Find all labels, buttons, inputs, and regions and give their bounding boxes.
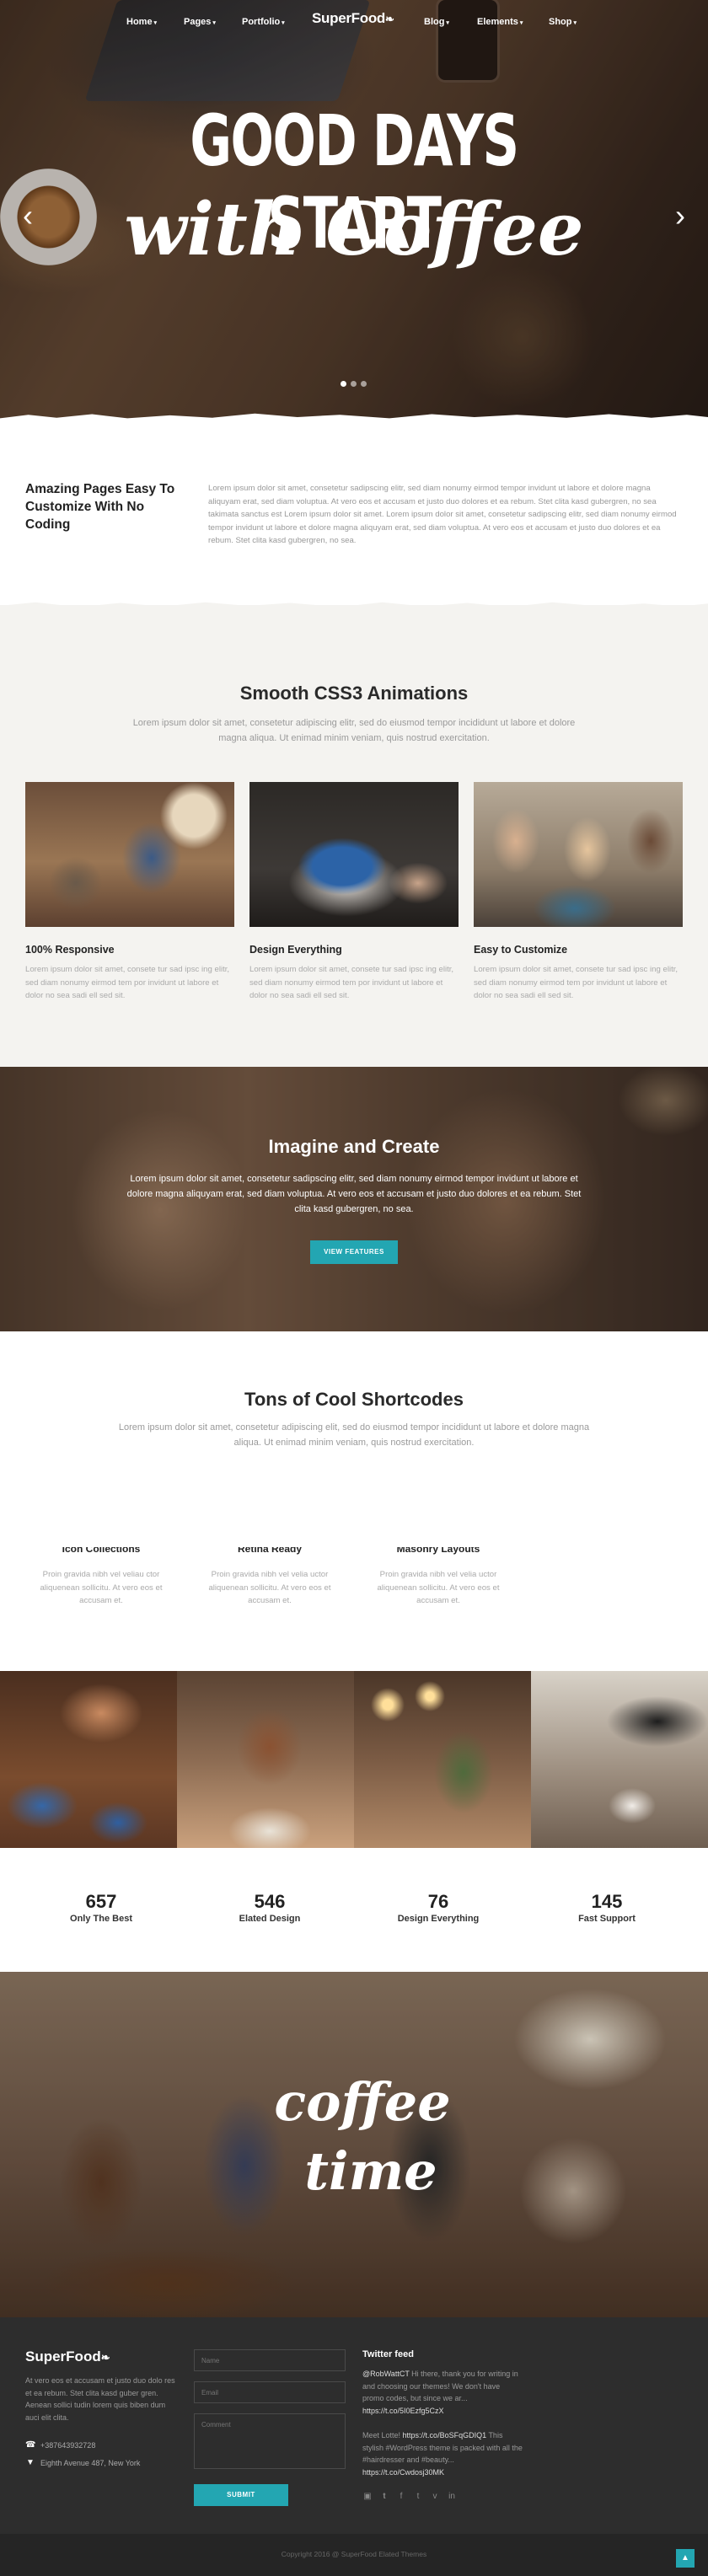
nav-blog[interactable]: Blog [424,17,449,27]
footer-logo[interactable]: SuperFood❧ [25,2348,110,2365]
footer-about-text: At vero eos et accusam et justo duo dolo… [25,2376,175,2422]
tweet-link[interactable]: https://t.co/5I0Ezfg5CzX [362,2407,444,2415]
counter-label: Only The Best [70,1914,132,1924]
features-subtitle: Lorem ipsum dolor sit amet, consetetur a… [132,718,576,743]
nav-shop[interactable]: Shop [549,17,577,27]
imagine-text: Lorem ipsum dolor sit amet, consetetur s… [126,1174,582,1214]
shortcode-text: Proin gravida nibh vel veliau ctor aliqu… [40,1570,163,1605]
hero-slider: Home Pages Portfolio Blog Elements Shop … [0,0,708,421]
phone-icon: ☎ [25,2440,36,2450]
slider-dot[interactable] [341,381,346,387]
feature-title: Design Everything [249,944,342,956]
shortcode-title: Retina Ready [237,1547,303,1555]
vimeo-icon[interactable]: v [430,2492,440,2501]
feature-text: Lorem ipsum dolor sit amet, consete tur … [25,965,230,1000]
slider-dot[interactable] [361,381,367,387]
shortcodes-title: Tons of Cool Shortcodes [244,1389,464,1410]
site-logo[interactable]: SuperFood❧ [312,10,394,27]
location-pin-icon: ▼ [26,2458,35,2467]
tweet-link[interactable]: https://t.co/BoSFqGDIQ1 [403,2431,487,2439]
shortcodes-subtitle: Lorem ipsum dolor sit amet, consetetur a… [118,1422,590,1448]
feature-title: Easy to Customize [474,944,568,956]
gallery-image-woman-phone[interactable] [177,1671,354,1848]
counter-label: Fast Support [578,1914,636,1924]
footer-email-input[interactable] [194,2381,346,2403]
feature-image-coffee-cup [249,782,459,927]
instagram-icon[interactable]: ▣ [362,2492,373,2501]
gallery-image-barista[interactable] [354,1671,531,1848]
tweet: Meet Lotte! https://t.co/BoSFqGDIQ1 This… [362,2429,523,2478]
shortcode-title: Icon Collections [62,1547,141,1555]
feature-title: 100% Responsive [25,944,115,956]
hero-subheadline: with Coffee [124,187,584,272]
feature-text: Lorem ipsum dolor sit amet, consete tur … [249,965,454,1000]
coffee-time-line2: time [304,2140,437,2202]
tweet-handle[interactable]: @RobWattCT [362,2370,410,2378]
counter-value: 546 [254,1891,286,1912]
coffee-time-line1: coffee [274,2071,451,2133]
coffee-time-section: coffee time [0,1972,708,2317]
slider-next-arrow-icon[interactable]: › [668,199,693,233]
shortcode-text: Proin gravida nibh vel velia uctor aliqu… [208,1570,331,1605]
features-title: Smooth CSS3 Animations [239,683,469,704]
leaf-icon: ❧ [100,2351,110,2364]
view-features-button[interactable]: VIEW FEATURES [310,1240,398,1264]
intro-text: Lorem ipsum dolor sit amet, consetetur s… [208,484,677,545]
tweet-link[interactable]: https://t.co/Cwdosj30MK [362,2468,444,2477]
footer-address: Eighth Avenue 487, New York [40,2459,141,2467]
back-to-top-icon[interactable]: ▲ [676,2549,695,2568]
slider-prev-arrow-icon[interactable]: ‹ [15,199,40,233]
feature-text: Lorem ipsum dolor sit amet, consete tur … [474,965,678,1000]
footer-name-input[interactable] [194,2349,346,2371]
feature-image-roaster [25,782,234,927]
nav-elements[interactable]: Elements [477,17,523,27]
counter-value: 76 [427,1891,449,1912]
slider-dot[interactable] [351,381,357,387]
counter-label: Elated Design [239,1914,301,1924]
tumblr-icon[interactable]: t [413,2492,423,2501]
twitter-feed-title: Twitter feed [362,2349,414,2359]
feature-image-friends [474,782,683,927]
linkedin-icon[interactable]: in [447,2492,457,2501]
nav-portfolio[interactable]: Portfolio [242,17,285,27]
gallery-image-beans[interactable] [0,1671,177,1848]
twitter-icon[interactable]: 𝐭 [379,2492,389,2501]
footer-submit-button[interactable]: SUBMIT [194,2484,288,2506]
imagine-parallax-section: Imagine and Create Lorem ipsum dolor sit… [0,1067,708,1331]
facebook-icon[interactable]: f [396,2492,406,2501]
tweet-prefix: Meet Lotte! [362,2431,401,2439]
footer-comment-input[interactable] [194,2413,346,2469]
nav-pages[interactable]: Pages [184,17,216,27]
footer: SuperFood❧ At vero eos et accusam et jus… [0,2317,708,2534]
footer-phone: +387643932728 [40,2441,96,2450]
imagine-title: Imagine and Create [268,1136,440,1157]
features-section: Smooth CSS3 Animations Lorem ipsum dolor… [0,602,708,1067]
leaf-icon: ❧ [385,13,394,25]
tweet: @RobWattCT Hi there, thank you for writi… [362,2368,523,2417]
counter-value: 145 [591,1891,623,1912]
gallery-image-espresso-machine[interactable] [531,1671,708,1848]
nav-home[interactable]: Home [126,17,157,27]
counter-label: Design Everything [397,1914,480,1924]
intro-title: Amazing Pages Easy To Customize With No … [25,482,175,532]
copyright-text: Copyright 2016 @ SuperFood Elated Themes [281,2550,427,2558]
shortcode-title: Masonry Layouts [396,1547,480,1555]
shortcode-text: Proin gravida nibh vel velia uctor aliqu… [377,1570,500,1605]
counter-value: 657 [85,1891,117,1912]
